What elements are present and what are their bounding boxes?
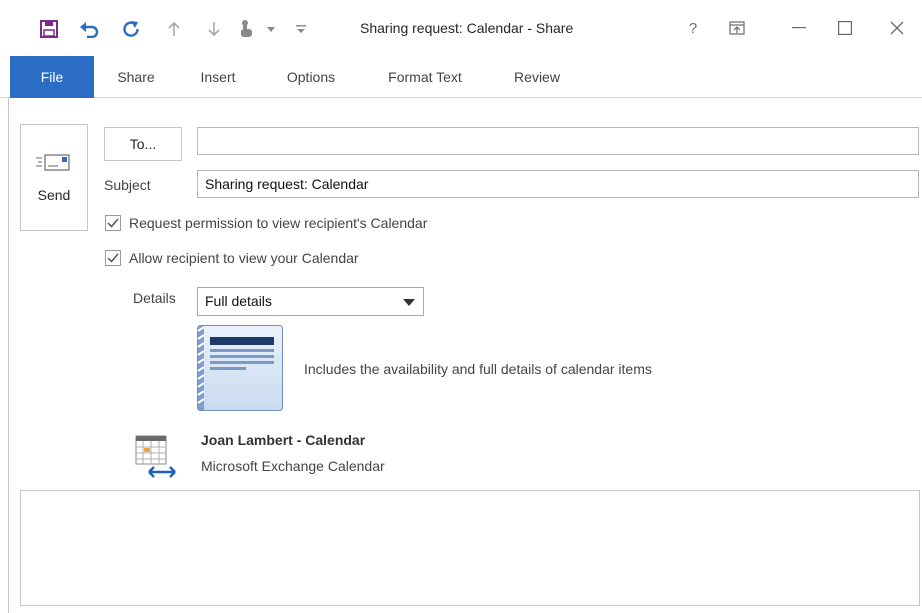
tab-share[interactable]: Share [108, 56, 164, 98]
send-icon [36, 152, 72, 175]
touch-mode-icon[interactable] [234, 18, 258, 40]
subject-field[interactable]: Sharing request: Calendar [197, 170, 919, 198]
tab-review[interactable]: Review [501, 56, 573, 98]
allow-view-checkbox[interactable] [105, 250, 121, 266]
message-body-editor[interactable] [20, 490, 920, 606]
details-value: Full details [205, 293, 272, 309]
calendar-type: Microsoft Exchange Calendar [201, 458, 385, 474]
ribbon-display-icon[interactable] [722, 14, 752, 42]
up-arrow-icon[interactable] [164, 18, 184, 40]
maximize-icon[interactable] [830, 14, 860, 42]
window-title: Sharing request: Calendar - Share [360, 20, 574, 36]
redo-icon[interactable] [118, 18, 144, 40]
calendar-details-preview-icon [197, 325, 283, 411]
tab-format-text[interactable]: Format Text [374, 56, 476, 98]
allow-view-row: Allow recipient to view your Calendar [105, 249, 359, 267]
tab-file[interactable]: File [10, 56, 94, 98]
calendar-name: Joan Lambert - Calendar [201, 432, 366, 448]
down-arrow-icon[interactable] [204, 18, 224, 40]
ribbon-tabs: File Share Insert Options Format Text Re… [0, 56, 922, 98]
send-label: Send [37, 187, 71, 203]
request-permission-row: Request permission to view recipient's C… [105, 214, 427, 232]
details-description: Includes the availability and full detai… [304, 361, 652, 377]
send-button[interactable]: Send [20, 124, 88, 231]
request-permission-label: Request permission to view recipient's C… [129, 215, 428, 231]
details-label: Details [133, 290, 176, 306]
details-dropdown[interactable]: Full details [197, 287, 424, 316]
allow-view-label: Allow recipient to view your Calendar [129, 250, 359, 266]
save-icon[interactable] [36, 18, 62, 40]
help-button[interactable]: ? [678, 14, 708, 42]
subject-label: Subject [104, 177, 151, 193]
minimize-icon[interactable] [784, 14, 814, 42]
title-bar: Sharing request: Calendar - Share ? [0, 0, 922, 56]
dropdown-icon[interactable] [264, 18, 278, 40]
tab-options[interactable]: Options [275, 56, 347, 98]
request-permission-checkbox[interactable] [105, 215, 121, 231]
undo-icon[interactable] [76, 18, 102, 40]
customize-icon[interactable] [292, 18, 310, 40]
calendar-share-icon [135, 432, 177, 480]
tab-insert[interactable]: Insert [190, 56, 246, 98]
close-icon[interactable] [882, 14, 912, 42]
to-field[interactable] [197, 127, 919, 155]
to-button[interactable]: To... [104, 127, 182, 161]
chevron-down-icon [403, 299, 415, 306]
